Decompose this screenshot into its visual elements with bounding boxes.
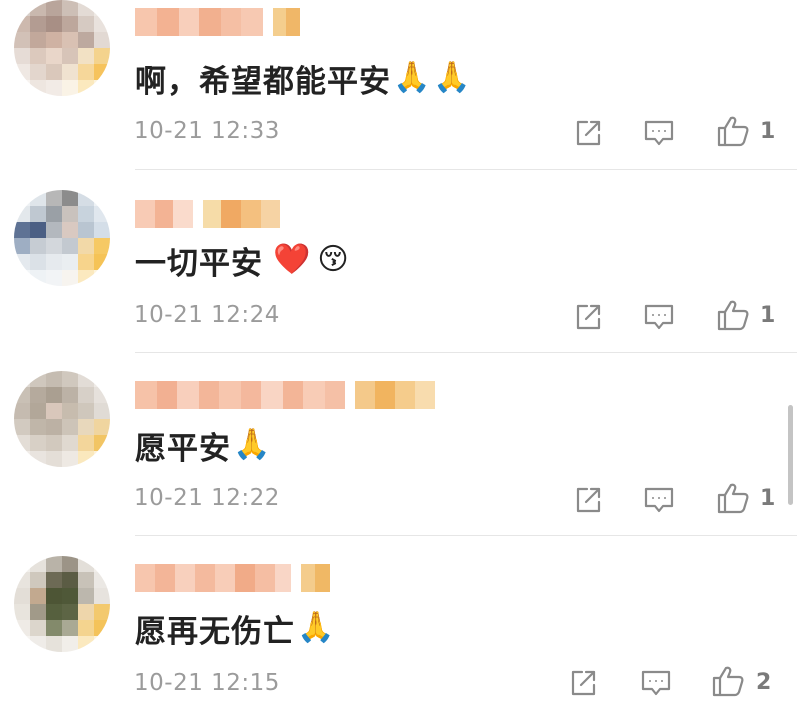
username-blurred[interactable] xyxy=(135,564,330,592)
kiss-face-emoji: 😚 xyxy=(317,242,350,277)
like-button[interactable] xyxy=(716,481,750,515)
comment-text: 愿再无伤亡 🙏 xyxy=(135,608,336,650)
share-button[interactable] xyxy=(571,483,605,517)
comment-item: 一切平安 ❤️ 😚 10-21 12:24 1 xyxy=(0,170,797,354)
pray-emoji: 🙏 xyxy=(393,60,432,95)
comment-text: 愿平安 🙏 xyxy=(135,425,272,467)
comment-item: 愿再无伤亡 🙏 10-21 12:15 2 xyxy=(0,536,797,716)
comment-body: 愿再无伤亡 xyxy=(135,613,295,650)
like-button[interactable] xyxy=(711,664,745,698)
comment-body: 啊，希望都能平安 xyxy=(135,63,391,100)
comment-time: 10-21 12:33 xyxy=(134,118,280,144)
username-blurred[interactable] xyxy=(135,381,435,409)
comment-text: 一切平安 ❤️ 😚 xyxy=(135,240,350,282)
thumbs-up-icon xyxy=(712,666,744,697)
thumbs-up-icon xyxy=(717,300,749,331)
pray-emoji: 🙏 xyxy=(433,60,472,95)
comment-text: 啊，希望都能平安 🙏 🙏 xyxy=(135,58,472,100)
thumbs-up-icon xyxy=(717,116,749,147)
share-button[interactable] xyxy=(571,300,605,334)
avatar[interactable] xyxy=(14,556,110,652)
pray-emoji: 🙏 xyxy=(233,427,272,462)
reply-button[interactable] xyxy=(642,116,676,150)
like-button[interactable] xyxy=(716,114,750,148)
scrollbar[interactable] xyxy=(788,405,793,505)
heart-emoji: ❤️ xyxy=(273,242,312,277)
share-icon xyxy=(571,670,596,696)
pray-emoji: 🙏 xyxy=(297,610,336,645)
comment-body: 一切平安 xyxy=(135,245,263,282)
avatar[interactable] xyxy=(14,190,110,286)
reply-button[interactable] xyxy=(642,483,676,517)
like-count: 1 xyxy=(760,303,776,328)
comment-time: 10-21 12:24 xyxy=(134,302,280,328)
share-button[interactable] xyxy=(571,116,605,150)
comment-time: 10-21 12:15 xyxy=(134,670,280,696)
username-blurred[interactable] xyxy=(135,8,300,36)
comment-item: 啊，希望都能平安 🙏 🙏 10-21 12:33 1 xyxy=(0,0,797,170)
like-count: 1 xyxy=(760,486,776,511)
comment-icon xyxy=(644,120,674,146)
avatar[interactable] xyxy=(14,0,110,96)
avatar[interactable] xyxy=(14,371,110,467)
reply-button[interactable] xyxy=(639,666,673,700)
comment-body: 愿平安 xyxy=(135,430,231,467)
username-blurred[interactable] xyxy=(135,200,280,228)
comment-icon xyxy=(644,304,674,330)
like-button[interactable] xyxy=(716,298,750,332)
like-count: 1 xyxy=(760,119,776,144)
share-icon xyxy=(576,120,601,146)
comment-time: 10-21 12:22 xyxy=(134,485,280,511)
reply-button[interactable] xyxy=(642,300,676,334)
thumbs-up-icon xyxy=(717,483,749,514)
share-button[interactable] xyxy=(566,666,600,700)
comment-icon xyxy=(641,670,671,696)
share-icon xyxy=(576,487,601,513)
comment-item: 愿平安 🙏 10-21 12:22 1 xyxy=(0,353,797,537)
share-icon xyxy=(576,304,601,330)
comment-icon xyxy=(644,487,674,513)
like-count: 2 xyxy=(756,670,772,695)
